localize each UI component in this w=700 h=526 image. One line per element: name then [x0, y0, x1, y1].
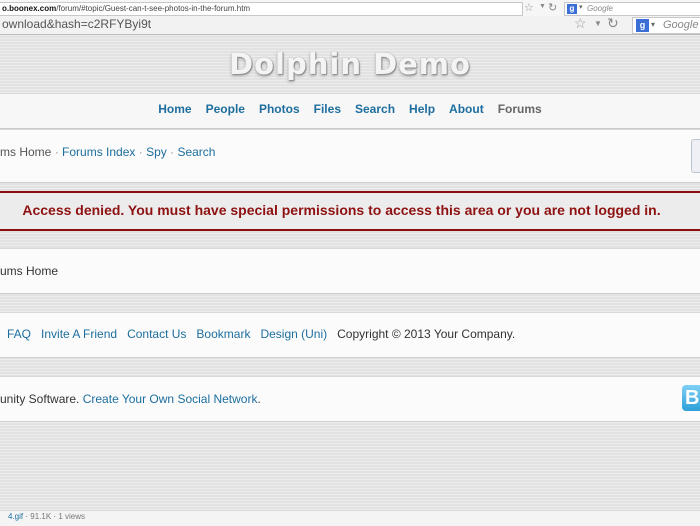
boonex-logo-icon[interactable]: B	[682, 385, 700, 411]
forums-index-link[interactable]: Forums Index	[62, 145, 135, 159]
nav-photos[interactable]: Photos	[259, 102, 300, 116]
image-size: 91.1K	[30, 512, 52, 521]
image-filename[interactable]: 4.gif	[8, 512, 23, 521]
powered-suffix: .	[257, 392, 261, 406]
create-network-link[interactable]: Create Your Own Social Network	[83, 392, 258, 406]
powered-by: unity Software. Create Your Own Social N…	[0, 392, 261, 406]
nav-help[interactable]: Help	[409, 102, 435, 116]
address-bar[interactable]: ownload&hash=c2RFYByi9t	[0, 17, 570, 31]
breadcrumb-separator: ·	[138, 145, 143, 159]
search-engine-dropdown-icon[interactable]: ▾	[579, 3, 583, 11]
main-nav: Home People Photos Files Search Help About Foru…	[0, 102, 700, 116]
nav-files[interactable]: Files	[314, 102, 341, 116]
info-separator: ·	[53, 512, 57, 521]
url-dropdown-icon[interactable]: ▼	[539, 3, 546, 10]
breadcrumb-home: ms Home	[0, 145, 52, 159]
breadcrumb-separator: ·	[170, 145, 175, 159]
nav-search[interactable]: Search	[355, 102, 395, 116]
nav-people[interactable]: People	[206, 102, 245, 116]
faq-link[interactable]: FAQ	[7, 327, 31, 341]
invite-friend-link[interactable]: Invite A Friend	[41, 327, 117, 341]
view-count: 1 views	[58, 512, 85, 521]
copyright-text: Copyright © 2013 Your Company.	[337, 327, 516, 341]
reload-icon[interactable]: ↻	[607, 15, 619, 32]
search-box-top[interactable]: g ▾ Google	[564, 2, 700, 16]
spy-link[interactable]: Spy	[146, 145, 167, 159]
search-placeholder: Google	[587, 4, 613, 13]
search-placeholder: Google	[663, 19, 699, 31]
image-info: 4.gif · 91.1K · 1 views	[8, 512, 85, 521]
nav-home[interactable]: Home	[158, 102, 191, 116]
powered-prefix: unity Software.	[0, 392, 80, 406]
search-box[interactable]: g ▾ Google	[632, 17, 700, 34]
search-engine-dropdown-icon[interactable]: ▾	[651, 20, 655, 29]
bookmark-star-icon[interactable]: ☆	[524, 1, 534, 14]
nav-about[interactable]: About	[449, 102, 484, 116]
image-info-bar	[0, 510, 700, 526]
url-domain: o.boonex.com	[2, 4, 57, 13]
breadcrumb-separator: ·	[54, 145, 59, 159]
forum-content-panel	[0, 248, 700, 294]
address-bar-top[interactable]: o.boonex.com/forum/#topic/Guest-can-t-se…	[0, 2, 523, 16]
footer-links: FAQ Invite A Friend Contact Us Bookmark Desi…	[7, 327, 515, 341]
google-icon: g	[567, 4, 577, 14]
reload-icon[interactable]: ↻	[548, 1, 557, 14]
contact-us-link[interactable]: Contact Us	[127, 327, 186, 341]
design-link[interactable]: Design (Uni)	[260, 327, 327, 341]
url-path: /forum/#topic/Guest-can-t-see-photos-in-…	[56, 4, 251, 13]
bookmark-link[interactable]: Bookmark	[196, 327, 250, 341]
site-title[interactable]: Dolphin Demo	[0, 47, 700, 81]
url-dropdown-icon[interactable]: ▼	[594, 19, 602, 28]
new-topic-button[interactable]	[691, 139, 700, 173]
nav-forums[interactable]: Forums	[498, 102, 542, 116]
google-icon: g	[636, 19, 649, 32]
search-link[interactable]: Search	[177, 145, 215, 159]
alert-message: Access denied. You must have special per…	[22, 202, 661, 218]
info-separator: ·	[25, 512, 29, 521]
breadcrumb: ms Home · Forums Index · Spy · Search	[0, 145, 215, 159]
content-breadcrumb: ums Home	[0, 264, 59, 278]
bookmark-star-icon[interactable]: ☆	[574, 15, 587, 32]
